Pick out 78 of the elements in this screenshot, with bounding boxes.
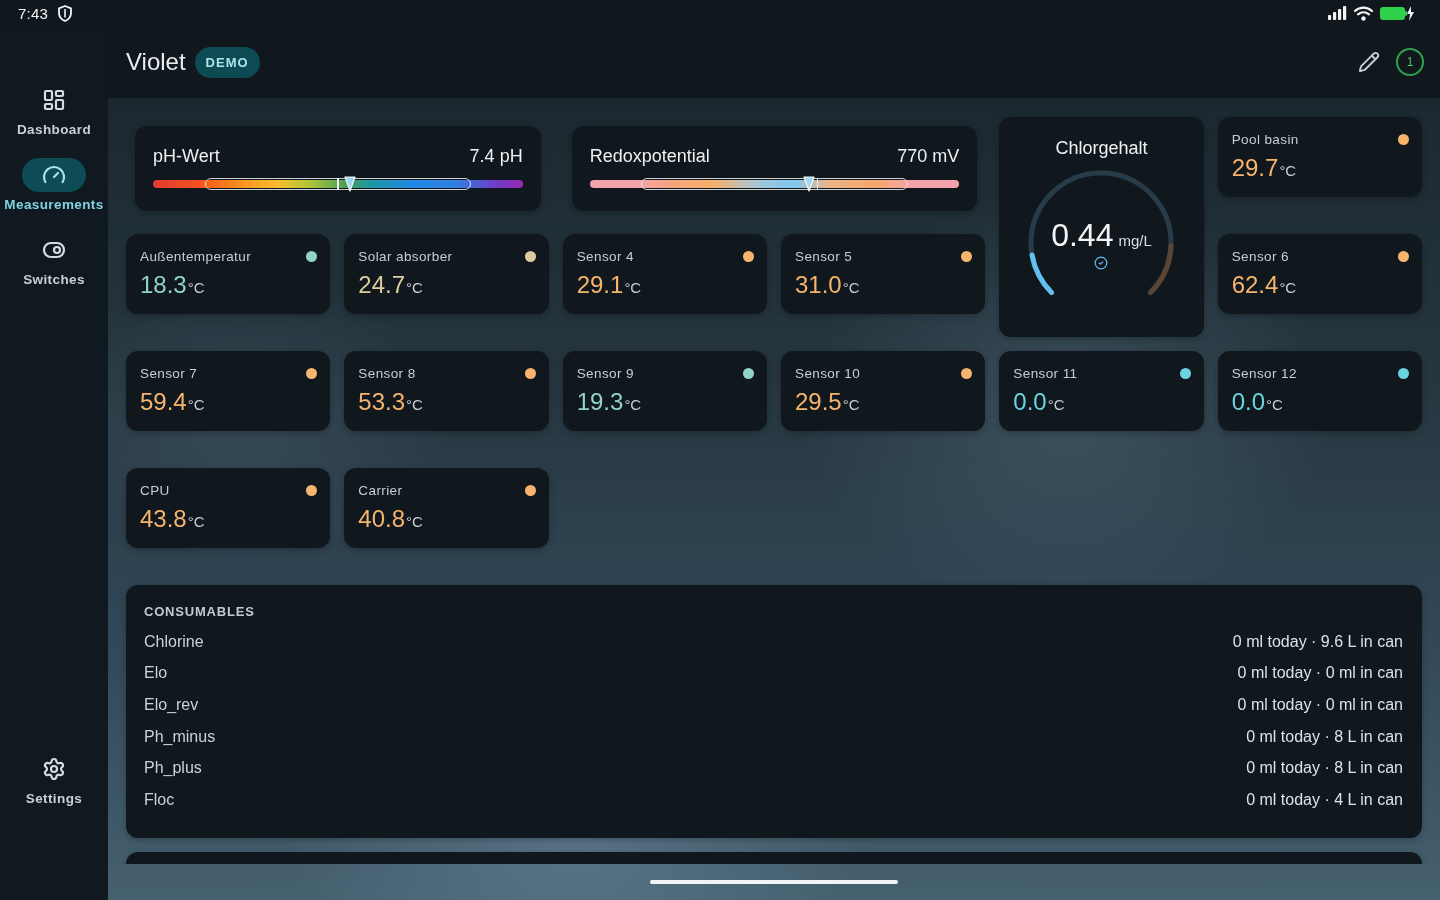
- unit-label: °C: [1279, 279, 1297, 296]
- sensor-value: 43.8: [140, 504, 187, 534]
- unit-label: °C: [842, 279, 860, 296]
- unit-label: °C: [842, 396, 860, 413]
- sensor-value: 18.3: [140, 270, 187, 300]
- unit-label: °C: [624, 396, 642, 413]
- sensor-value: 40.8: [358, 504, 406, 534]
- gauge-reading: 7.4 pH: [469, 146, 523, 167]
- edit-button[interactable]: [1356, 49, 1382, 75]
- unit-label: °C: [406, 513, 423, 530]
- gauge-reading: 770 mV: [897, 146, 960, 167]
- sensor-name: CPU: [140, 482, 170, 498]
- sensor-value: 19.3: [576, 387, 624, 417]
- unit-label: °C: [624, 279, 642, 296]
- sensor-name: Carrier: [358, 482, 403, 498]
- nav-item[interactable]: Dashboard: [2, 83, 106, 137]
- shield-icon: [58, 4, 72, 22]
- sensor-name: Sensor 6: [1231, 248, 1289, 264]
- consumable-name: Floc: [144, 790, 175, 809]
- sensor-value: 29.1: [576, 270, 624, 300]
- sensor-value: 29.7: [1231, 153, 1279, 183]
- consumable-name: Elo_rev: [144, 696, 199, 714]
- unit-label: °C: [406, 279, 423, 296]
- sensor-value: 0.0: [1231, 387, 1266, 417]
- pencil-icon: [1358, 51, 1380, 73]
- sensor-name: Sensor 5: [795, 248, 853, 264]
- consumable-detail: 0 ml today · 4 L in can: [1246, 790, 1403, 809]
- chlorine-title: Chlorgehalt: [1055, 137, 1148, 159]
- sensor-name: Sensor 12: [1231, 365, 1297, 381]
- sensor-value: 62.4: [1231, 270, 1279, 300]
- counter-button[interactable]: 1: [1396, 48, 1424, 76]
- consumable-detail: 0 ml today · 0 ml in can: [1237, 664, 1403, 683]
- sensor-name: Solar absorber: [358, 248, 453, 264]
- sensor-value: 59.4: [140, 387, 187, 417]
- consumable-detail: 0 ml today · 8 L in can: [1246, 759, 1403, 778]
- unit-label: °C: [187, 396, 205, 413]
- gauge-title: Redoxpotential: [589, 146, 710, 167]
- sensor-name: Außentemperatur: [140, 248, 252, 264]
- unit-label: mg/L: [1118, 232, 1152, 249]
- unit-label: °C: [1266, 396, 1283, 413]
- dashboard-icon: [42, 88, 66, 112]
- signal-icon: [1328, 6, 1347, 20]
- consumable-detail: 0 ml today · 0 ml in can: [1237, 696, 1403, 714]
- sensor-value: 24.7: [358, 270, 406, 300]
- consumable-name: Ph_minus: [144, 727, 216, 746]
- unit-label: °C: [406, 396, 423, 413]
- sensor-value: 29.5: [795, 387, 842, 417]
- nav-item[interactable]: Switches: [2, 233, 106, 287]
- sensor-name: Sensor 4: [576, 248, 634, 264]
- unit-label: °C: [1047, 396, 1065, 413]
- chlorine-value: 0.44: [1051, 217, 1114, 253]
- sensor-value: 31.0: [795, 270, 842, 300]
- nav-item[interactable]: Settings: [2, 752, 106, 806]
- sensor-name: Pool basin: [1231, 131, 1299, 147]
- wifi-icon: [1354, 5, 1373, 21]
- sensor-name: Sensor 9: [576, 365, 634, 381]
- status-time: 7:43: [18, 4, 48, 22]
- gauge-title: pH-Wert: [153, 146, 220, 167]
- section-title: CONSUMABLES: [144, 604, 255, 619]
- app-title: Violet: [126, 48, 186, 76]
- consumable-detail: 0 ml today · 9.6 L in can: [1232, 632, 1403, 651]
- sensor-name: Sensor 11: [1013, 365, 1078, 381]
- unit-label: °C: [187, 513, 205, 530]
- sensor-name: Sensor 10: [795, 365, 861, 381]
- sensor-name: Sensor 8: [358, 365, 416, 381]
- demo-badge: DEMO: [194, 46, 260, 78]
- sensor-name: Sensor 7: [140, 365, 198, 381]
- unit-label: °C: [1279, 162, 1297, 179]
- consumable-name: Elo: [144, 664, 168, 683]
- nav-item[interactable]: Measurements: [2, 158, 106, 212]
- battery-icon: [1380, 5, 1414, 21]
- consumable-name: Chlorine: [144, 632, 204, 651]
- consumable-detail: 0 ml today · 8 L in can: [1246, 727, 1403, 746]
- unit-label: °C: [187, 279, 205, 296]
- sensor-value: 53.3: [358, 387, 406, 417]
- settings-icon: [42, 757, 66, 781]
- consumable-name: Ph_plus: [144, 759, 202, 778]
- sensor-value: 0.0: [1013, 387, 1047, 417]
